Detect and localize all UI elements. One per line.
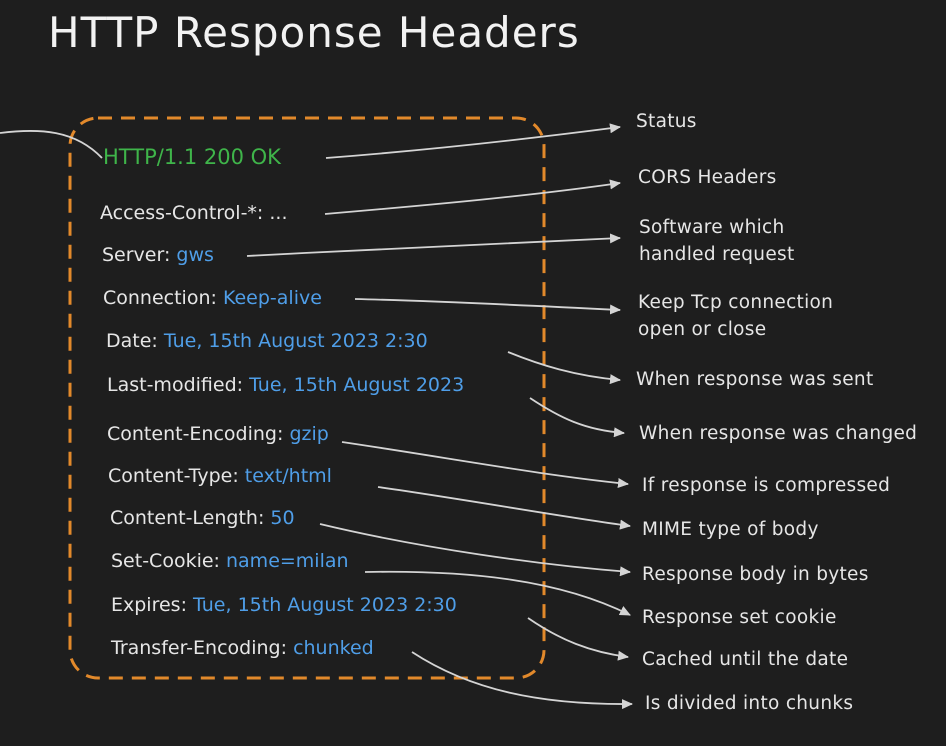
desc-expires: Cached until the date [642, 649, 849, 670]
connector-content-length [319, 523, 631, 577]
header-value: ... [269, 202, 288, 224]
header-set-cookie: Set-Cookie: name=milan [111, 550, 349, 572]
header-connection: Connection: Keep-alive [103, 287, 322, 309]
desc-last-modified: When response was changed [639, 423, 918, 444]
desc-cors: CORS Headers [638, 167, 777, 188]
header-value: chunked [293, 637, 374, 659]
header-value: Tue, 15th August 2023 2:30 [163, 330, 428, 352]
header-name: Date: [106, 330, 158, 352]
connector-status [325, 123, 621, 159]
incoming-connector [0, 129, 103, 159]
desc-content-type: MIME type of body [642, 519, 819, 540]
header-transfer-encoding: Transfer-Encoding: chunked [111, 637, 374, 659]
header-value: 50 [270, 507, 295, 529]
connector-cors [324, 179, 621, 215]
header-value: Keep-alive [222, 287, 322, 309]
header-content-type: Content-Type: text/html [108, 465, 332, 487]
header-name: Content-Type: [108, 465, 239, 487]
header-content-length: Content-Length: 50 [110, 507, 295, 529]
header-content-encoding: Content-Encoding: gzip [107, 423, 329, 445]
header-value: gws [176, 244, 214, 266]
connector-content-type [377, 486, 631, 530]
desc-content-encoding: If response is compressed [642, 475, 891, 496]
header-value: gzip [289, 423, 329, 445]
connector-transfer-encoding [411, 651, 633, 710]
header-value: Tue, 15th August 2023 [249, 374, 465, 396]
desc-set-cookie: Response set cookie [642, 607, 837, 628]
desc-transfer-encoding: Is divided into chunks [645, 693, 854, 714]
header-server: Server: gws [102, 244, 214, 266]
header-name: Access-Control-*: [100, 202, 264, 224]
connector-connection [354, 298, 621, 315]
desc-status: Status [636, 111, 697, 132]
header-expires: Expires: Tue, 15th August 2023 2:30 [111, 594, 457, 616]
header-name: Content-Length: [110, 507, 265, 529]
header-access-control: Access-Control-*: ... [100, 202, 288, 224]
status-line: HTTP/1.1 200 OK [103, 145, 281, 169]
header-name: Expires: [111, 594, 187, 616]
connector-date [507, 351, 621, 385]
header-value: text/html [244, 465, 332, 487]
desc-content-length: Response body in bytes [642, 564, 869, 585]
desc-date: When response was sent [636, 369, 874, 390]
header-name: Connection: [103, 287, 217, 309]
header-value: name=milan [226, 550, 349, 572]
header-name: Transfer-Encoding: [111, 637, 288, 659]
desc-server: Software which handled request [639, 217, 795, 265]
header-name: Last-modified: [107, 374, 244, 396]
header-date: Date: Tue, 15th August 2023 2:30 [106, 330, 428, 352]
header-name: Server: [102, 244, 171, 266]
connector-content-encoding [341, 441, 629, 488]
connector-server [246, 233, 621, 257]
header-name: Set-Cookie: [111, 550, 220, 572]
desc-connection: Keep Tcp connection open or close [638, 292, 834, 340]
header-name: Content-Encoding: [107, 423, 284, 445]
header-last-modified: Last-modified: Tue, 15th August 2023 [107, 374, 464, 396]
header-value: Tue, 15th August 2023 2:30 [193, 594, 457, 616]
